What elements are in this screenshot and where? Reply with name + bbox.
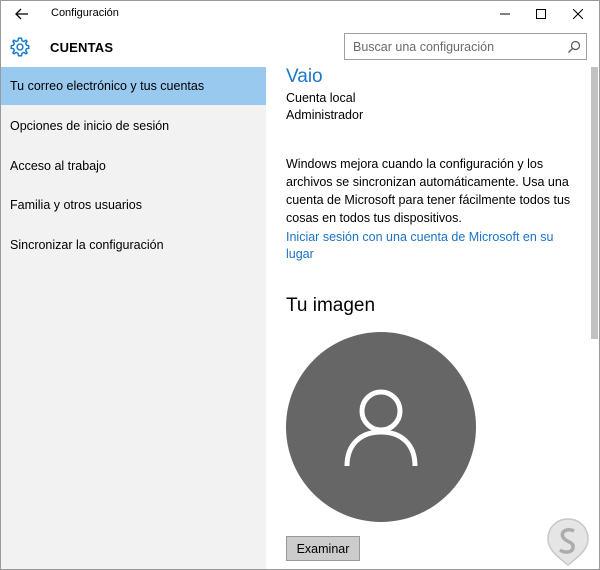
maximize-icon: [536, 9, 546, 19]
user-silhouette-icon: [344, 389, 418, 467]
sidebar-item-work-access[interactable]: Acceso al trabajo: [1, 147, 266, 185]
minimize-button[interactable]: [488, 1, 522, 27]
sidebar-item-family-users[interactable]: Familia y otros usuarios: [1, 186, 266, 224]
avatar: [286, 332, 476, 522]
watermark-logo-icon: [547, 518, 589, 566]
scrollbar-thumb[interactable]: [591, 67, 598, 339]
picture-heading: Tu imagen: [286, 295, 376, 316]
main-content: Vaio Cuenta local Administrador Windows …: [266, 67, 586, 569]
maximize-button[interactable]: [524, 1, 558, 27]
search-input[interactable]: [353, 37, 563, 56]
window-title: Configuración: [51, 7, 119, 19]
account-role: Administrador: [286, 108, 364, 122]
sidebar-item-email-accounts[interactable]: Tu correo electrónico y tus cuentas: [1, 67, 266, 105]
search-icon[interactable]: [567, 40, 581, 54]
back-arrow-icon: [15, 8, 28, 20]
account-type: Cuenta local: [286, 91, 356, 105]
microsoft-signin-link[interactable]: Iniciar sesión con una cuenta de Microso…: [286, 229, 576, 263]
sidebar-item-sync-settings[interactable]: Sincronizar la configuración: [1, 226, 266, 264]
sync-description: Windows mejora cuando la configuración y…: [286, 157, 571, 225]
browse-button[interactable]: Examinar: [286, 536, 360, 561]
page-header: CUENTAS: [1, 27, 599, 67]
close-button[interactable]: [561, 1, 595, 27]
section-title: CUENTAS: [50, 40, 114, 55]
title-bar: Configuración: [1, 1, 599, 27]
back-button[interactable]: [7, 3, 37, 25]
search-box[interactable]: [344, 33, 587, 60]
sidebar: Tu correo electrónico y tus cuentas Opci…: [1, 67, 266, 569]
close-icon: [573, 9, 583, 19]
scrollbar[interactable]: [589, 67, 599, 569]
account-name: Vaio: [286, 67, 323, 87]
sidebar-item-sign-in-options[interactable]: Opciones de inicio de sesión: [1, 107, 266, 145]
minimize-icon: [500, 13, 510, 15]
gear-icon: [10, 37, 30, 57]
